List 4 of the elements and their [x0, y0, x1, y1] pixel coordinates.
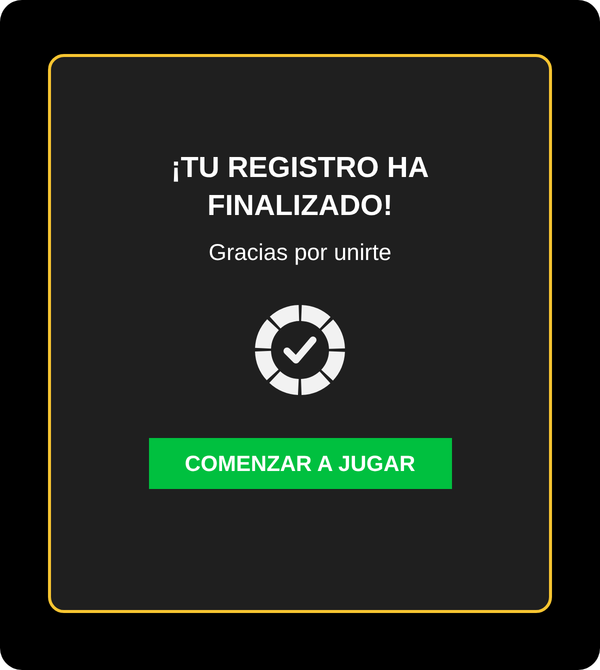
start-playing-button[interactable]: COMENZAR A JUGAR — [148, 438, 452, 489]
check-circle-icon — [254, 304, 346, 396]
dialog-title: ¡TU REGISTRO HA FINALIZADO! — [170, 151, 430, 224]
dialog-subtitle: Gracias por unirte — [208, 239, 392, 266]
